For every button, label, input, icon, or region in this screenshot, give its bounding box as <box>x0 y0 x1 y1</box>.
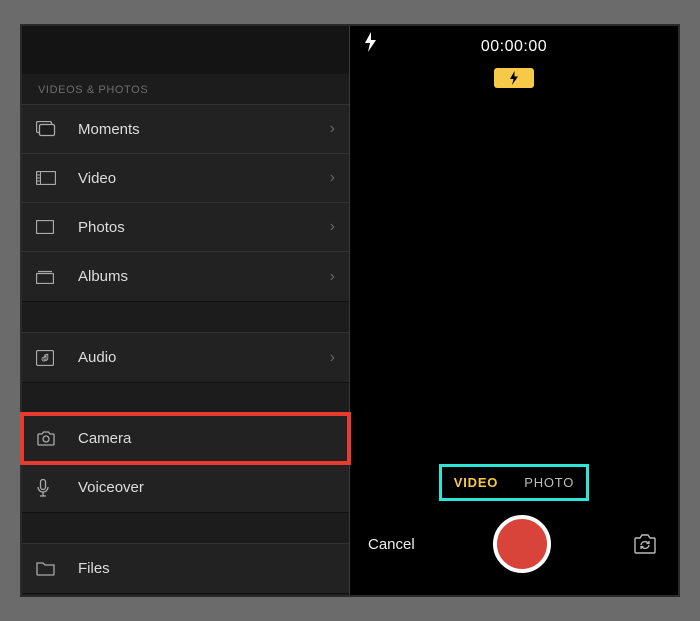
moments-icon <box>36 121 62 137</box>
chevron-right-icon: › <box>330 349 335 367</box>
sidebar-item-voiceover[interactable]: Voiceover <box>22 463 349 512</box>
sidebar-item-label: Video <box>78 170 330 187</box>
mode-highlight-box: VIDEO PHOTO <box>439 464 589 501</box>
flash-icon[interactable] <box>364 32 377 52</box>
menu-group-files: Files <box>22 543 349 594</box>
menu-group-audio: Audio › <box>22 332 349 383</box>
cancel-button[interactable]: Cancel <box>368 536 415 553</box>
sidebar-item-label: Moments <box>78 121 330 138</box>
chevron-right-icon: › <box>330 120 335 138</box>
sidebar-item-label: Voiceover <box>78 479 335 496</box>
mic-icon <box>36 479 62 497</box>
sidebar-item-photos[interactable]: Photos › <box>22 203 349 252</box>
sidebar-item-label: Photos <box>78 219 330 236</box>
sidebar-item-audio[interactable]: Audio › <box>22 333 349 382</box>
sidebar-item-files[interactable]: Files <box>22 544 349 593</box>
sidebar-item-albums[interactable]: Albums › <box>22 252 349 301</box>
menu-group-capture: Camera Voiceover <box>22 413 349 513</box>
sidebar-item-label: Audio <box>78 349 330 366</box>
sidebar-item-label: Albums <box>78 268 330 285</box>
sidebar-item-moments[interactable]: Moments › <box>22 105 349 154</box>
camera-viewfinder <box>350 88 678 464</box>
recording-timer: 00:00:00 <box>481 38 547 56</box>
record-shutter-button[interactable] <box>493 515 551 573</box>
camera-icon <box>36 431 62 446</box>
section-header: VIDEOS & PHOTOS <box>22 74 349 104</box>
camera-controls: Cancel <box>350 515 678 595</box>
camera-top-bar: 00:00:00 <box>350 26 678 60</box>
sidebar-item-camera[interactable]: Camera <box>22 414 349 463</box>
chevron-right-icon: › <box>330 268 335 286</box>
video-icon <box>36 171 62 185</box>
mode-video[interactable]: VIDEO <box>452 471 500 494</box>
capture-mode-row: VIDEO PHOTO <box>350 464 678 501</box>
mode-photo[interactable]: PHOTO <box>522 471 576 494</box>
panel-top-spacer <box>22 26 349 74</box>
albums-icon <box>36 270 62 284</box>
flash-indicator-badge <box>494 68 534 88</box>
sidebar-item-label: Camera <box>78 430 335 447</box>
camera-capture-panel: 00:00:00 VIDEO PHOTO Cancel <box>350 26 678 595</box>
audio-icon <box>36 350 62 366</box>
app-frame: VIDEOS & PHOTOS Moments › Video › <box>20 24 680 597</box>
media-source-panel: VIDEOS & PHOTOS Moments › Video › <box>22 26 350 595</box>
chevron-right-icon: › <box>330 218 335 236</box>
menu-group-media: Moments › Video › Photos › <box>22 104 349 302</box>
folder-icon <box>36 561 62 576</box>
photos-icon <box>36 220 62 234</box>
sidebar-item-label: Files <box>78 560 335 577</box>
switch-camera-button[interactable] <box>630 531 660 557</box>
chevron-right-icon: › <box>330 169 335 187</box>
sidebar-item-video[interactable]: Video › <box>22 154 349 203</box>
